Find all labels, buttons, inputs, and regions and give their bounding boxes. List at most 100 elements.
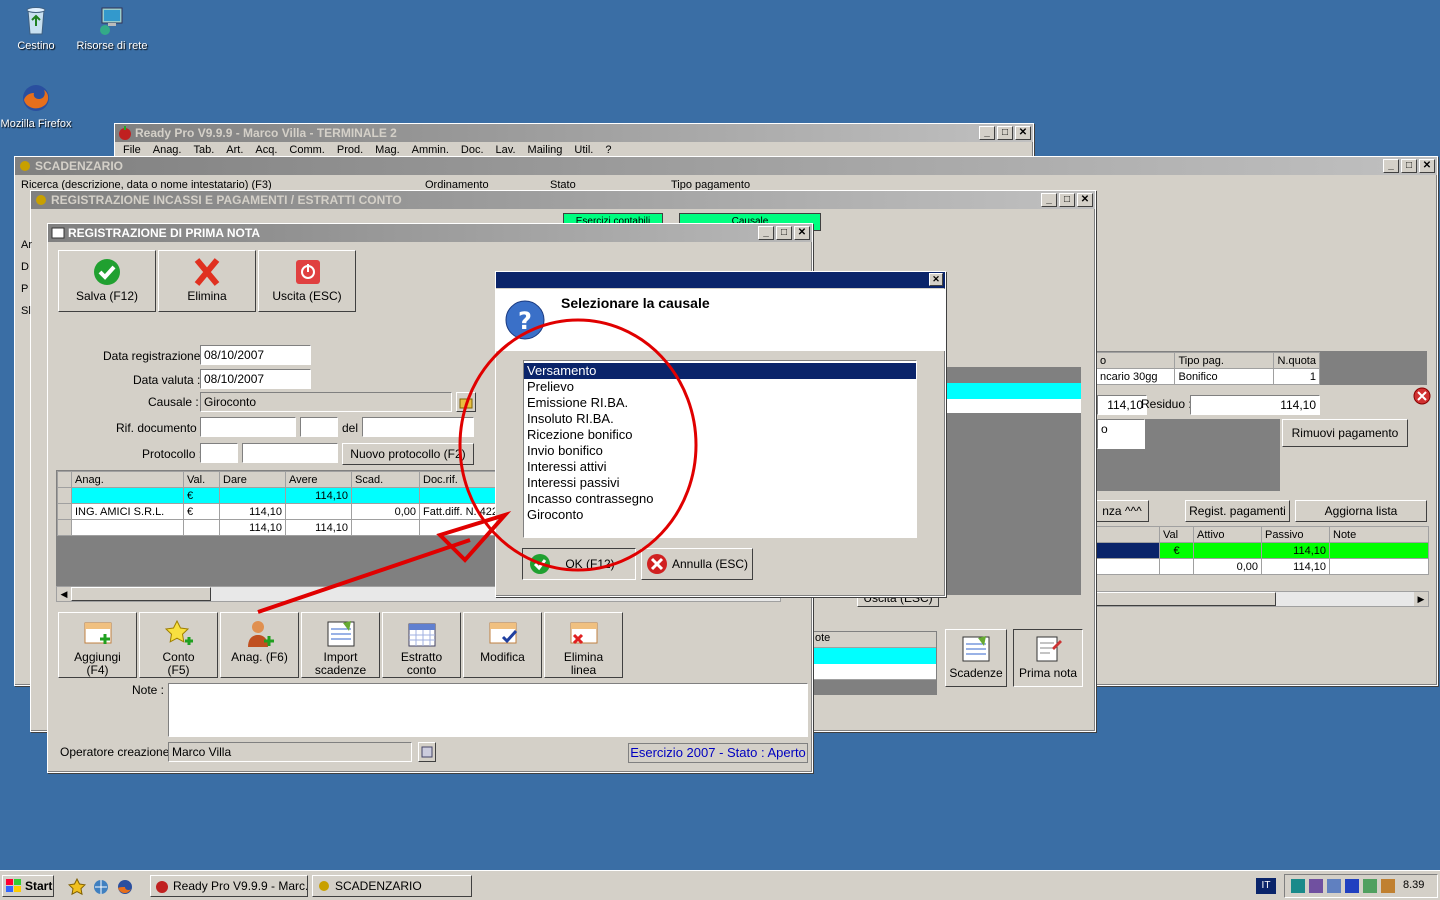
aggiorna-lista-button[interactable]: Aggiorna lista pagamenti bbox=[1295, 500, 1427, 538]
data-registrazione-field[interactable]: 08/10/2007 bbox=[200, 345, 311, 365]
table-row[interactable] bbox=[812, 648, 936, 664]
causale-option[interactable]: Emissione RI.BA. bbox=[524, 395, 916, 411]
task-scadenzario[interactable]: SCADENZARIO bbox=[312, 875, 472, 897]
close-button[interactable]: ✕ bbox=[1077, 193, 1093, 207]
calendar-button[interactable]: Estratto conto bbox=[382, 612, 461, 678]
delete-row-button[interactable]: Elimina linea bbox=[544, 612, 623, 678]
menu-item[interactable]: Anag. bbox=[153, 144, 182, 156]
dialog-close-button[interactable]: ✕ bbox=[929, 273, 943, 286]
tray-misc-icon[interactable] bbox=[1381, 879, 1395, 893]
menu-item[interactable]: Tab. bbox=[193, 144, 214, 156]
causale-field[interactable]: Giroconto bbox=[200, 392, 452, 412]
causale-option[interactable]: Versamento bbox=[524, 363, 916, 379]
maximize-button[interactable]: □ bbox=[997, 126, 1013, 140]
table-row[interactable] bbox=[812, 664, 936, 680]
close-button[interactable]: ✕ bbox=[794, 226, 810, 240]
causale-option[interactable]: Prelievo bbox=[524, 379, 916, 395]
task-readypro[interactable]: Ready Pro V9.9.9 - Marc... bbox=[150, 875, 308, 897]
scadenze-button[interactable]: Scadenze bbox=[945, 629, 1007, 687]
residuo-field[interactable]: 114,10 bbox=[1190, 395, 1320, 415]
close-button[interactable]: ✕ bbox=[1419, 159, 1435, 173]
table-row[interactable]: ING. AMICI S.R.L. €114,10 0,00 Fatt.diff. N… bbox=[57, 503, 501, 520]
minimize-button[interactable]: _ bbox=[979, 126, 995, 140]
minimize-button[interactable]: _ bbox=[758, 226, 774, 240]
incassi-row[interactable] bbox=[941, 399, 1081, 413]
uscita-button[interactable]: Uscita (ESC) bbox=[258, 250, 356, 312]
desktop-icon-firefox[interactable]: Mozilla Firefox bbox=[0, 82, 76, 130]
tray-hardware-icon[interactable] bbox=[1363, 879, 1377, 893]
incassi-titlebar[interactable]: REGISTRAZIONE INCASSI E PAGAMENTI / ESTR… bbox=[31, 191, 1095, 209]
desktop-icon-risorse-di-rete[interactable]: Risorse di rete bbox=[72, 4, 152, 52]
menu-item[interactable]: File bbox=[123, 144, 141, 156]
add-row-button[interactable]: Aggiungi (F4) bbox=[58, 612, 137, 678]
dialog-titlebar[interactable]: ✕ bbox=[496, 272, 945, 288]
table-row[interactable]: 0,00 114,10 bbox=[1095, 558, 1429, 575]
star-add-button[interactable]: Conto (F5) bbox=[139, 612, 218, 678]
ok-button[interactable]: OK (F12) bbox=[522, 548, 636, 580]
espandi-button[interactable]: nza ^^^ bbox=[1095, 500, 1149, 522]
nuovo-protocollo-button[interactable]: Nuovo protocollo (F2) bbox=[342, 443, 474, 465]
operatore-lookup-button[interactable] bbox=[418, 742, 436, 762]
prima-nota-button[interactable]: Prima nota bbox=[1013, 629, 1083, 687]
quicklaunch-star-icon[interactable] bbox=[67, 877, 87, 899]
prima-nota-titlebar[interactable]: REGISTRAZIONE DI PRIMA NOTA _ □ ✕ bbox=[48, 224, 812, 242]
scroll-left-arrow-icon[interactable]: ◀ bbox=[57, 587, 71, 601]
regist-pagamenti-button[interactable]: Regist. pagamenti bbox=[1185, 500, 1290, 522]
elimina-button[interactable]: Elimina bbox=[158, 250, 256, 312]
desktop-icon-cestino[interactable]: Cestino bbox=[0, 4, 76, 52]
tray-monitor-icon[interactable] bbox=[1327, 879, 1341, 893]
causale-option[interactable]: Insoluto RI.BA. bbox=[524, 411, 916, 427]
menu-item[interactable]: Mailing bbox=[528, 144, 563, 156]
causale-option[interactable]: Invio bonifico bbox=[524, 443, 916, 459]
scroll-right-arrow-icon[interactable]: ▶ bbox=[1414, 592, 1428, 606]
causale-lookup-button[interactable] bbox=[456, 392, 476, 412]
incassi-selected-row[interactable] bbox=[941, 383, 1081, 399]
causale-option[interactable]: Interessi passivi bbox=[524, 475, 916, 491]
tray-media-icon[interactable] bbox=[1345, 879, 1359, 893]
rif-documento-field[interactable] bbox=[200, 417, 296, 437]
person-add-button[interactable]: Anag. (F6) bbox=[220, 612, 299, 678]
menu-item[interactable]: Acq. bbox=[255, 144, 277, 156]
protocollo-suffix-field[interactable] bbox=[242, 443, 338, 463]
minimize-button[interactable]: _ bbox=[1041, 193, 1057, 207]
menu-item[interactable]: Doc. bbox=[461, 144, 484, 156]
causale-option[interactable]: Incasso contrassegno bbox=[524, 491, 916, 507]
menu-item[interactable]: ? bbox=[605, 144, 611, 156]
operatore-field[interactable]: Marco Villa bbox=[168, 742, 412, 762]
tray-network-icon[interactable] bbox=[1309, 879, 1323, 893]
menu-item[interactable]: Prod. bbox=[337, 144, 363, 156]
scadenzario-titlebar[interactable]: SCADENZARIO _ □ ✕ bbox=[15, 157, 1437, 175]
maximize-button[interactable]: □ bbox=[1401, 159, 1417, 173]
table-row[interactable]: ncario 30gg Bonifico 1 bbox=[1095, 368, 1320, 385]
note-field[interactable] bbox=[168, 683, 808, 737]
close-panel-icon[interactable] bbox=[1413, 387, 1431, 405]
language-indicator[interactable]: IT bbox=[1256, 878, 1276, 894]
rif-documento-suffix-field[interactable] bbox=[300, 417, 338, 437]
quicklaunch-firefox-icon[interactable] bbox=[116, 878, 134, 899]
causale-listbox[interactable]: Versamento Prelievo Emissione RI.BA. Insolu… bbox=[523, 360, 917, 538]
pagamento-field[interactable]: o bbox=[1097, 419, 1145, 449]
data-documento-field[interactable] bbox=[362, 417, 474, 437]
start-button[interactable]: Start bbox=[2, 875, 54, 897]
table-row[interactable]: €114,10 bbox=[57, 487, 501, 504]
menu-item[interactable]: Comm. bbox=[289, 144, 324, 156]
menu-item[interactable]: Ammin. bbox=[412, 144, 449, 156]
salva-button[interactable]: Salva (F12) bbox=[58, 250, 156, 312]
menu-item[interactable]: Mag. bbox=[375, 144, 399, 156]
maximize-button[interactable]: □ bbox=[1059, 193, 1075, 207]
tray-app-icon[interactable] bbox=[1291, 879, 1305, 893]
causale-option[interactable]: Interessi attivi bbox=[524, 459, 916, 475]
menu-item[interactable]: Art. bbox=[226, 144, 243, 156]
data-valuta-field[interactable]: 08/10/2007 bbox=[200, 369, 311, 389]
causale-option[interactable]: Ricezione bonifico bbox=[524, 427, 916, 443]
causale-option[interactable]: Giroconto bbox=[524, 507, 916, 523]
minimize-button[interactable]: _ bbox=[1383, 159, 1399, 173]
importo-field[interactable]: 114,10 bbox=[1097, 395, 1147, 415]
table-row[interactable]: €114,10 bbox=[1095, 542, 1429, 559]
menu-item[interactable]: Util. bbox=[574, 144, 593, 156]
import-chart-button[interactable]: Import scadenze bbox=[301, 612, 380, 678]
edit-check-button[interactable]: Modifica bbox=[463, 612, 542, 678]
protocollo-field[interactable] bbox=[200, 443, 238, 463]
menu-item[interactable]: Lav. bbox=[496, 144, 516, 156]
clock[interactable]: 8.39 bbox=[1403, 879, 1424, 891]
